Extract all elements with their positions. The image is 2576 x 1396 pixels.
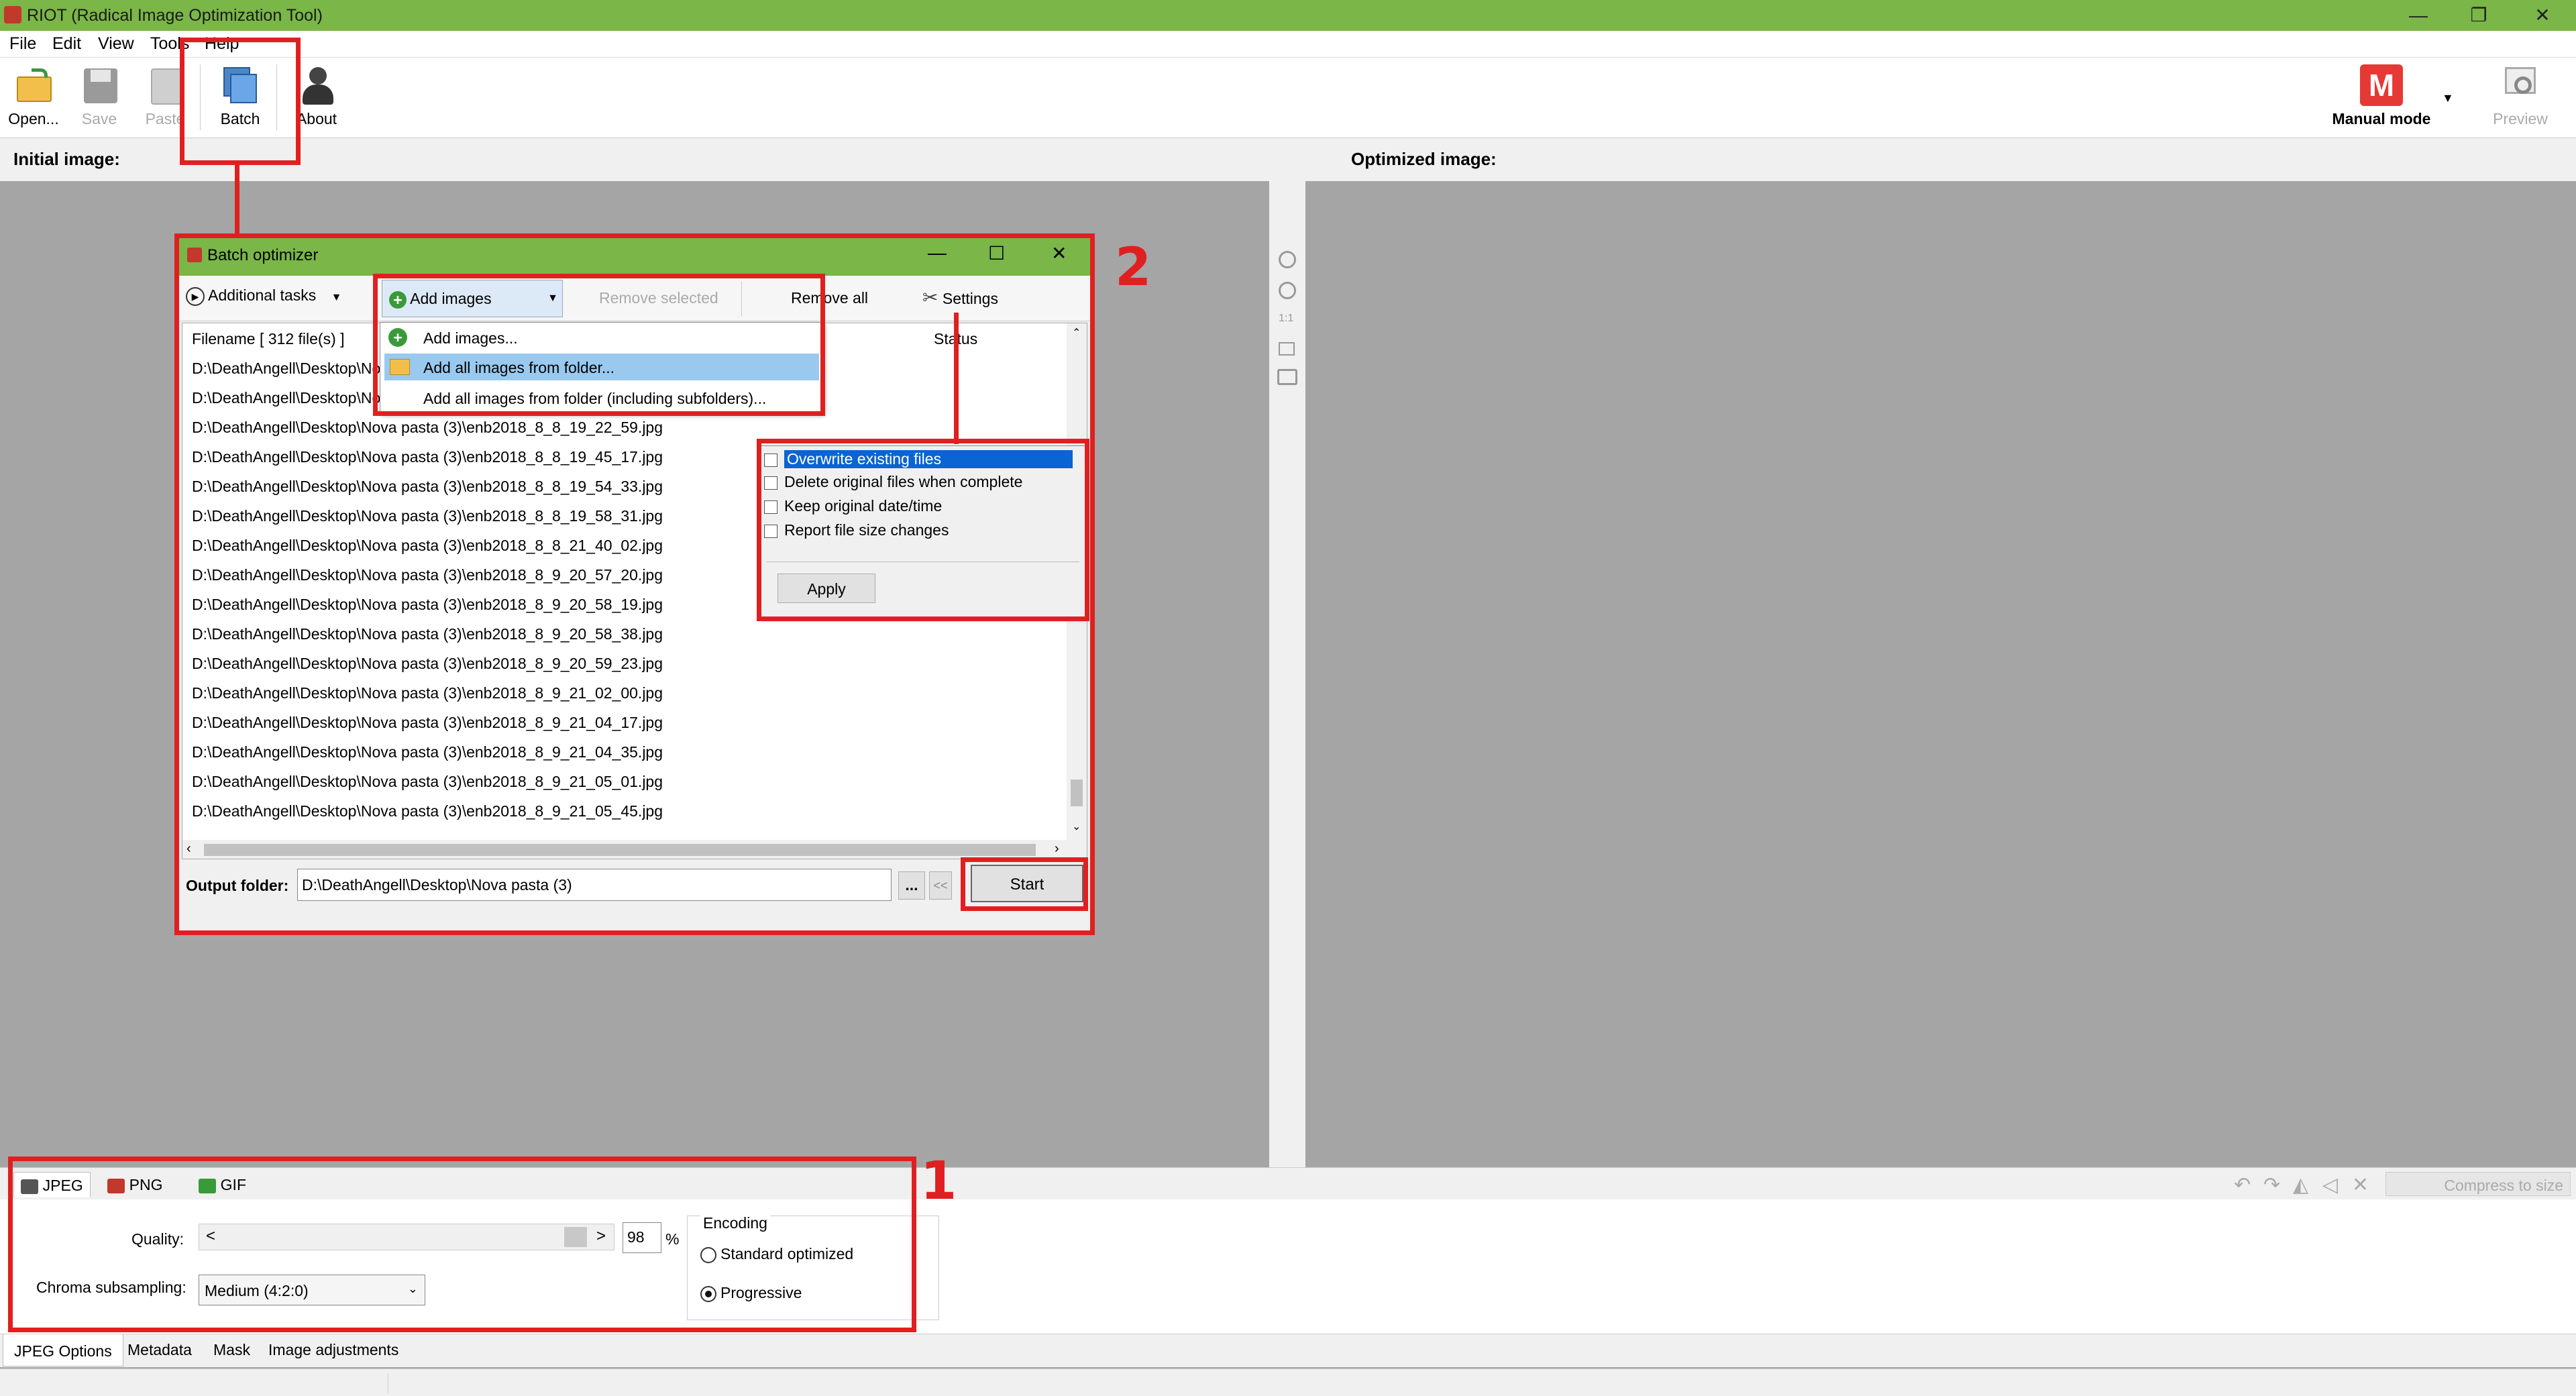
tab-jpeg-options[interactable]: JPEG Options xyxy=(3,1334,123,1366)
app-icon xyxy=(4,6,21,23)
menu-view[interactable]: View xyxy=(98,34,134,54)
redo-icon[interactable]: ↷ xyxy=(2263,1173,2280,1197)
pane-header-bar xyxy=(0,138,2576,181)
tab-mask[interactable]: Mask xyxy=(213,1341,250,1359)
open-button[interactable]: Open... xyxy=(0,62,67,134)
maximize-icon[interactable]: ❐ xyxy=(2449,0,2509,31)
undo-icon[interactable]: ↶ xyxy=(2234,1173,2251,1197)
initial-image-label: Initial image: xyxy=(13,149,120,169)
save-button[interactable]: Save xyxy=(66,62,133,134)
chevron-down-icon[interactable]: ▼ xyxy=(2442,91,2454,105)
tab-image-adjustments[interactable]: Image adjustments xyxy=(268,1341,398,1359)
status-bar xyxy=(0,1368,2576,1396)
crop-icon[interactable]: ✕ xyxy=(2352,1173,2369,1197)
annotation-line xyxy=(235,165,239,235)
annotation-box-batch xyxy=(180,38,301,165)
magnifier-icon xyxy=(2500,64,2541,106)
title-bar: RIOT (Radical Image Optimization Tool) —… xyxy=(0,0,2576,31)
menu-file[interactable]: File xyxy=(9,34,36,54)
annotation-line xyxy=(954,313,959,444)
floppy-icon xyxy=(78,64,120,106)
optimized-image-label: Optimized image: xyxy=(1351,149,1497,169)
monitor-icon[interactable] xyxy=(1277,369,1297,385)
annotation-box-settings xyxy=(757,439,1089,621)
options-tabs: JPEG Options Metadata Mask Image adjustm… xyxy=(0,1334,2576,1367)
annotation-box-start xyxy=(961,857,1088,911)
manual-mode-button[interactable]: M Manual mode xyxy=(2328,62,2435,134)
optimized-image-pane xyxy=(1307,181,2575,1167)
annotation-box-jpeg-options xyxy=(8,1157,916,1332)
flip-icon[interactable]: ◭ xyxy=(2293,1173,2308,1197)
tab-metadata[interactable]: Metadata xyxy=(127,1341,192,1359)
annotation-box-add-images xyxy=(373,274,825,416)
folder-open-icon xyxy=(13,64,54,106)
preview-button[interactable]: Preview xyxy=(2483,62,2557,134)
compress-to-size-button[interactable]: Compress to size xyxy=(2385,1172,2571,1196)
user-icon xyxy=(296,64,337,106)
toolbar: Open... Save Paste Batch About M Manual … xyxy=(0,58,2576,138)
window-title: RIOT (Radical Image Optimization Tool) xyxy=(27,6,323,25)
rotate-icon[interactable]: ◁ xyxy=(2322,1173,2338,1197)
manual-mode-icon: M xyxy=(2360,64,2403,106)
close-icon[interactable]: ✕ xyxy=(2512,0,2573,31)
zoom-out-icon[interactable] xyxy=(1279,282,1296,299)
menu-bar: File Edit View Tools Help xyxy=(0,31,2576,58)
annotation-number-1: 1 xyxy=(920,1151,957,1212)
actual-size-icon[interactable]: 1:1 xyxy=(1279,313,1293,325)
zoom-toolbar: 1:1 xyxy=(1269,181,1305,1167)
annotation-number-2: 2 xyxy=(1115,237,1152,298)
fit-icon[interactable] xyxy=(1279,342,1295,356)
minimize-icon[interactable]: — xyxy=(2388,0,2449,31)
zoom-in-icon[interactable] xyxy=(1279,251,1296,268)
menu-edit[interactable]: Edit xyxy=(52,34,81,54)
